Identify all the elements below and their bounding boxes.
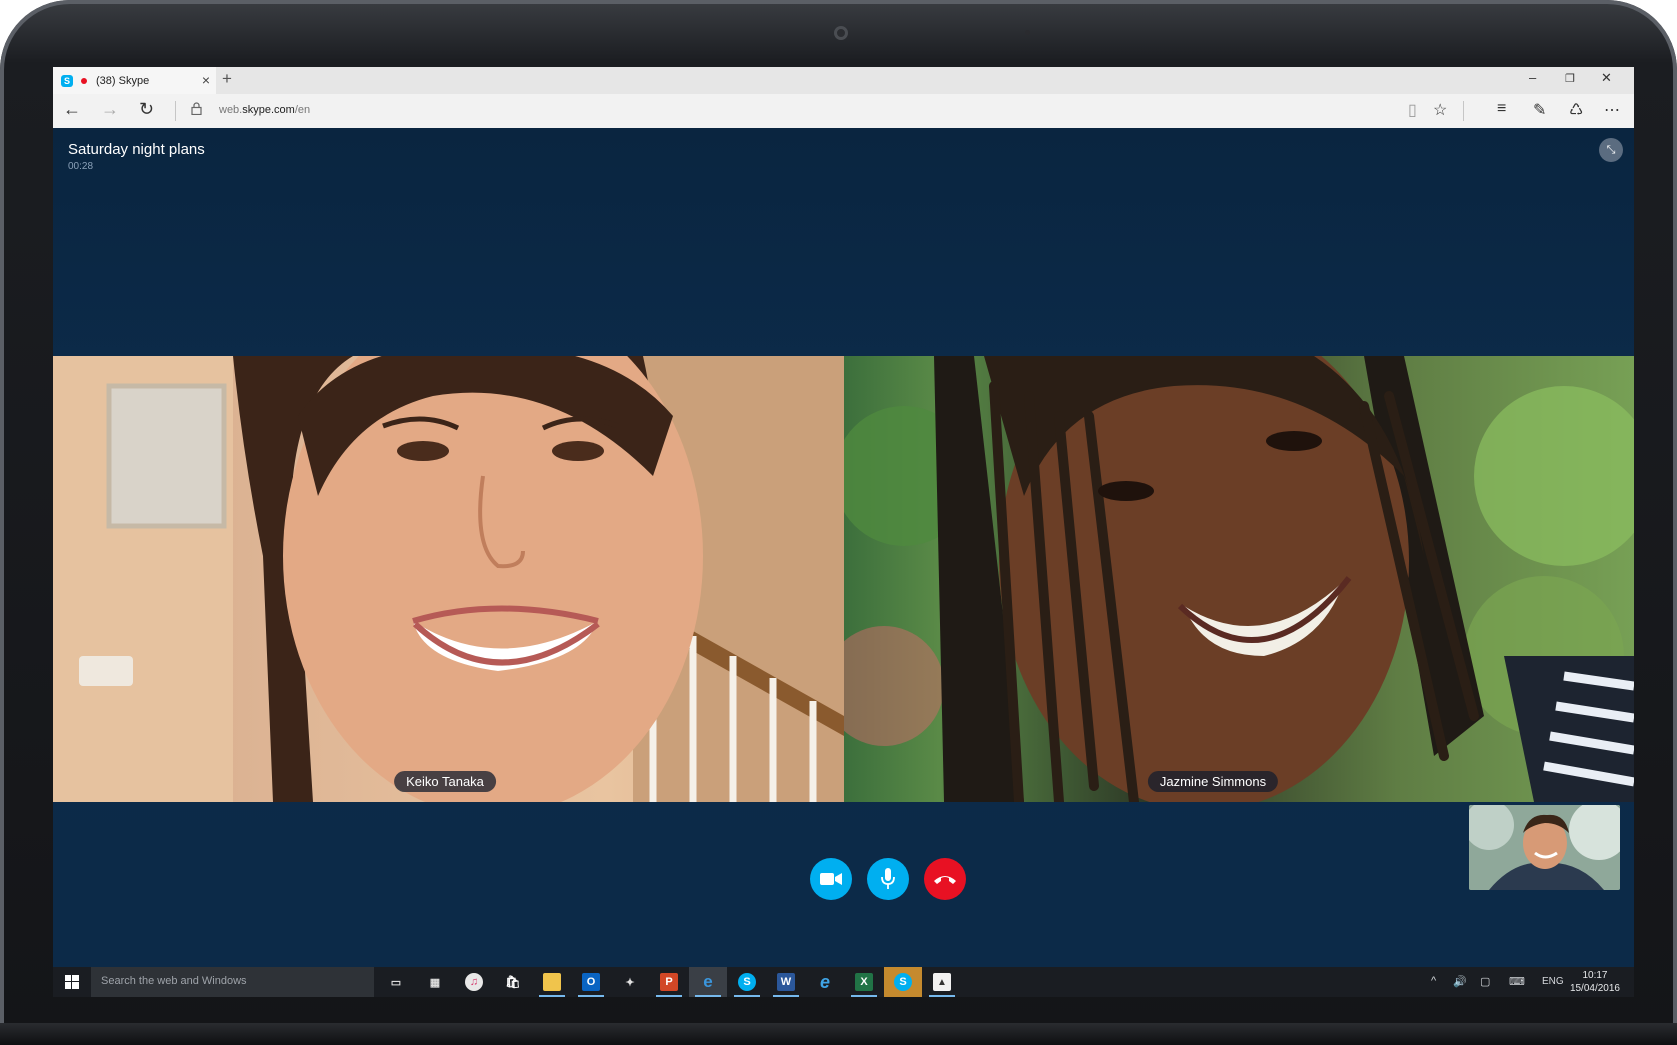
windows-taskbar: Search the web and Windows ▭ ▦ ♫ 🛍 ▬ O ✦… (53, 967, 1634, 997)
store-icon: 🛍 (505, 975, 521, 989)
forward-button[interactable]: → (101, 99, 119, 120)
calculator-app[interactable]: ▦ (416, 967, 454, 997)
taskbar-search-box[interactable]: Search the web and Windows (91, 967, 374, 997)
participant-video-jazmine: Jazmine Simmons (844, 356, 1634, 802)
powerpoint-app[interactable]: P (650, 967, 688, 997)
refresh-button[interactable]: ↻ (139, 99, 154, 120)
new-tab-button[interactable]: + (222, 69, 232, 89)
self-view-frame (1469, 805, 1620, 890)
tab-title: (38) Skype (96, 74, 150, 87)
skype-icon: S (894, 973, 912, 991)
store-app[interactable]: 🛍 (494, 967, 532, 997)
windows-logo-icon (65, 975, 79, 989)
edge-icon: e (703, 972, 713, 991)
screen: S (38) Skype × + – ❐ ✕ ← → ↻ web.skype.c… (53, 67, 1634, 997)
participant-name-label: Jazmine Simmons (1147, 771, 1279, 792)
skype-favicon-icon: S (61, 74, 73, 87)
self-view-video[interactable] (1469, 805, 1620, 890)
light-sensor (1025, 30, 1030, 35)
more-icon[interactable]: ⋯ (1604, 100, 1620, 120)
favorites-star-icon[interactable]: ☆ (1433, 100, 1447, 120)
webcam-lens (834, 26, 848, 40)
paint-app[interactable]: ✦ (611, 967, 649, 997)
video-toggle-button[interactable] (810, 858, 852, 900)
powerpoint-icon: P (660, 973, 678, 991)
url-path: /en (294, 104, 311, 116)
video-camera-icon (820, 873, 842, 885)
internet-explorer-app[interactable]: e (806, 967, 844, 997)
internet-explorer-icon: e (819, 971, 830, 992)
clock-time: 10:17 (1582, 970, 1608, 981)
participant-video-frame (844, 356, 1634, 802)
call-title: Saturday night plans (68, 141, 205, 158)
end-call-button[interactable] (924, 858, 966, 900)
toolbar-separator (175, 101, 176, 121)
microphone-icon (881, 868, 895, 889)
window-minimize-button[interactable]: – (1529, 70, 1536, 85)
mute-microphone-button[interactable] (867, 858, 909, 900)
task-view-button[interactable]: ▭ (377, 967, 415, 997)
input-language-indicator[interactable]: ENG (1542, 976, 1564, 987)
word-app[interactable]: W (767, 967, 805, 997)
participant-name-label: Keiko Tanaka (394, 771, 496, 792)
call-timer: 00:28 (68, 161, 94, 172)
minimize-call-button[interactable]: ⤡ (1599, 138, 1623, 162)
reading-view-icon[interactable]: ▯ (1408, 100, 1417, 120)
touch-keyboard-icon[interactable]: ⌨ (1509, 975, 1525, 988)
web-note-icon[interactable]: ✎ (1533, 100, 1546, 120)
laptop-bezel: S (38) Skype × + – ❐ ✕ ← → ↻ web.skype.c… (0, 0, 1677, 1045)
notification-dot-icon (81, 77, 87, 84)
volume-icon[interactable]: 🔊 (1453, 975, 1467, 988)
browser-tab-skype[interactable]: S (38) Skype × (53, 67, 216, 94)
url-prefix: web. (219, 104, 243, 116)
music-icon: ♫ (465, 973, 483, 991)
photos-icon: ▲ (933, 973, 951, 991)
participant-video-frame (53, 356, 844, 802)
paint-icon: ✦ (625, 976, 635, 989)
search-placeholder: Search the web and Windows (101, 975, 247, 987)
share-icon[interactable]: ♺ (1569, 100, 1583, 120)
skype-preview-app[interactable]: S (728, 967, 766, 997)
show-hidden-icons-button[interactable]: ^ (1431, 975, 1436, 987)
excel-app[interactable]: X (845, 967, 883, 997)
browser-address-bar: ← → ↻ web.skype.com/en ▯ ☆ ≡ ✎ ♺ ⋯ (53, 94, 1634, 129)
window-close-button[interactable]: ✕ (1601, 70, 1612, 86)
system-clock[interactable]: 10:17 15/04/2016 (1570, 969, 1620, 995)
hang-up-icon (934, 876, 956, 884)
url-domain: skype.com (242, 104, 295, 116)
participant-video-keiko: Keiko Tanaka (53, 356, 844, 802)
file-explorer-app[interactable]: ▬ (533, 967, 571, 997)
word-icon: W (777, 973, 795, 991)
excel-icon: X (855, 973, 873, 991)
window-restore-button[interactable]: ❐ (1565, 72, 1575, 85)
url-field[interactable]: web.skype.com/en (219, 104, 310, 116)
calculator-icon: ▦ (429, 976, 441, 989)
back-button[interactable]: ← (63, 99, 81, 120)
lock-icon (191, 102, 202, 115)
file-explorer-icon: ▬ (543, 973, 561, 991)
skype-preview-icon: S (738, 973, 756, 991)
call-area: Saturday night plans 00:28 ⤡ Keiko Tanak… (53, 128, 1634, 967)
music-app[interactable]: ♫ (455, 967, 493, 997)
toolbar-separator (1463, 101, 1464, 121)
skype-app[interactable]: S (884, 967, 922, 997)
action-center-icon[interactable]: ▢ (1480, 975, 1490, 988)
hub-icon[interactable]: ≡ (1497, 100, 1506, 118)
photos-app[interactable]: ▲ (923, 967, 961, 997)
start-button[interactable] (53, 967, 91, 997)
edge-app[interactable]: e (689, 967, 727, 997)
outlook-icon: O (582, 973, 600, 991)
browser-tab-bar: S (38) Skype × + – ❐ ✕ (53, 67, 1634, 94)
outlook-app[interactable]: O (572, 967, 610, 997)
task-view-icon: ▭ (390, 976, 402, 989)
clock-date: 15/04/2016 (1569, 983, 1620, 994)
tab-close-icon[interactable]: × (202, 72, 210, 88)
